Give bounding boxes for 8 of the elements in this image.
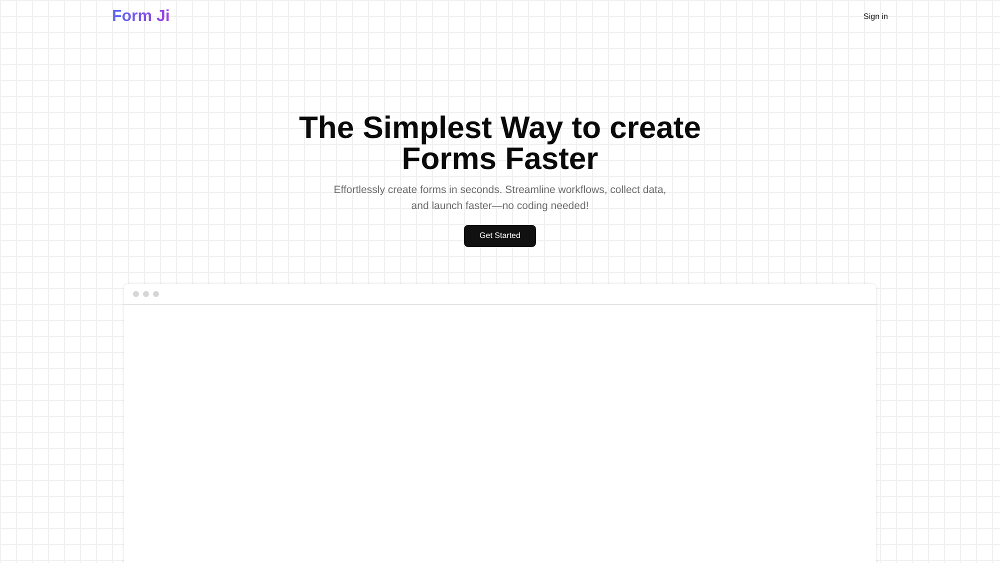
window-dot-icon (143, 291, 149, 297)
hero-subtitle: Effortlessly create forms in seconds. Streamline workflows, collect data, and launch faster—no coding needed! (332, 183, 668, 214)
sign-in-link[interactable]: Sign in (864, 11, 888, 23)
window-dot-icon (153, 291, 159, 297)
window-dot-icon (133, 291, 139, 297)
hero-title: The Simplest Way to create (298, 112, 702, 143)
hero-title: Forms Faster (402, 143, 600, 174)
get-started-button[interactable]: Get Started (464, 225, 536, 247)
